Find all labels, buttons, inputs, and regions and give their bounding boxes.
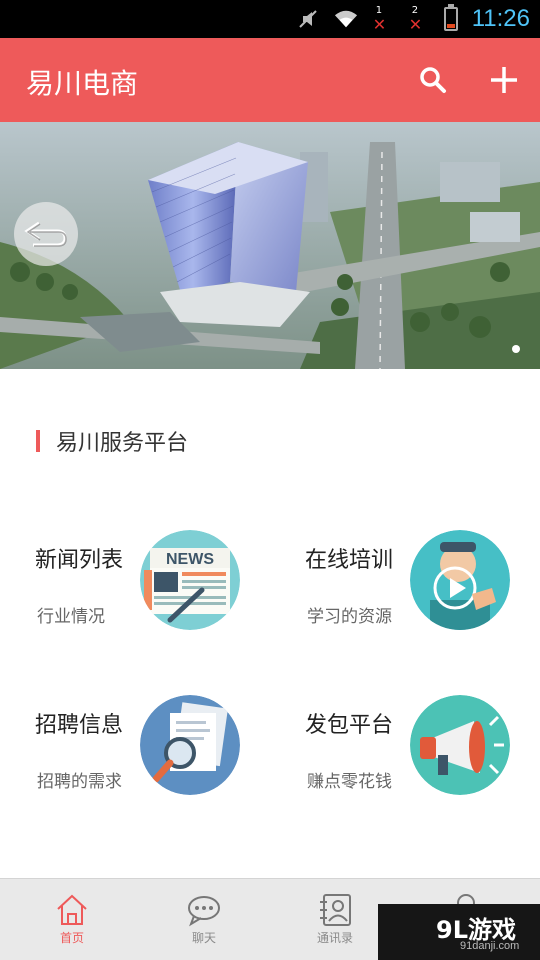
section-header: 易川服务平台 xyxy=(36,425,188,457)
add-button[interactable] xyxy=(484,60,524,100)
banner-image xyxy=(0,122,540,369)
service-card-news[interactable]: 新闻列表 行业情况 NEWS xyxy=(35,530,285,640)
nav-item-contacts[interactable]: 通讯录 xyxy=(285,879,385,960)
service-subtitle: 招聘的需求 xyxy=(37,772,122,792)
chat-icon xyxy=(188,896,220,927)
status-bar: 1 ✕ 2 ✕ 11:26 xyxy=(0,0,540,38)
megaphone-icon xyxy=(410,695,510,795)
recruit-document-icon xyxy=(140,695,240,795)
app-bar: 易川电商 xyxy=(0,38,540,122)
banner-carousel[interactable] xyxy=(0,122,540,369)
service-card-training[interactable]: 在线培训 学习的资源 xyxy=(305,530,540,640)
mute-icon xyxy=(296,7,320,31)
signal-sim2-icon: 2 ✕ xyxy=(408,5,423,34)
section-title: 易川服务平台 xyxy=(56,431,189,456)
home-icon xyxy=(57,894,87,925)
search-button[interactable] xyxy=(413,60,453,100)
service-title: 新闻列表 xyxy=(35,548,124,573)
service-subtitle: 赚点零花钱 xyxy=(307,772,392,792)
carousel-indicator-dot[interactable] xyxy=(512,345,520,353)
status-icons: 1 ✕ 2 ✕ 11:26 xyxy=(296,0,530,38)
service-title: 招聘信息 xyxy=(35,713,124,738)
nav-item-home[interactable]: 首页 xyxy=(22,879,122,960)
contacts-icon xyxy=(320,894,351,926)
training-video-icon xyxy=(410,530,510,630)
status-clock: 11:26 xyxy=(471,5,530,32)
news-icon: NEWS xyxy=(140,530,240,630)
nav-label: 聊天 xyxy=(191,931,216,945)
back-arrow-icon xyxy=(24,221,67,247)
add-icon xyxy=(491,67,517,93)
service-card-recruit[interactable]: 招聘信息 招聘的需求 xyxy=(35,695,285,805)
svg-text:NEWS: NEWS xyxy=(166,551,214,568)
section-accent-bar xyxy=(36,430,40,452)
signal-sim1-icon: 1 ✕ xyxy=(372,5,387,34)
nav-label: 首页 xyxy=(59,931,84,945)
service-title: 在线培训 xyxy=(305,548,394,573)
nav-item-chat[interactable]: 聊天 xyxy=(154,879,254,960)
service-subtitle: 学习的资源 xyxy=(307,607,392,627)
watermark: 9L游戏 91danji.com xyxy=(378,904,540,960)
service-title: 发包平台 xyxy=(305,713,394,738)
nav-label: 通讯录 xyxy=(316,931,353,945)
wifi-icon xyxy=(334,7,358,31)
service-subtitle: 行业情况 xyxy=(37,607,105,627)
search-icon xyxy=(420,67,446,93)
battery-icon xyxy=(443,4,458,31)
app-title: 易川电商 xyxy=(26,67,139,100)
banner-back-button[interactable] xyxy=(14,202,78,266)
watermark-url: 91danji.com xyxy=(460,940,520,952)
service-card-outsourcing[interactable]: 发包平台 赚点零花钱 xyxy=(305,695,540,805)
